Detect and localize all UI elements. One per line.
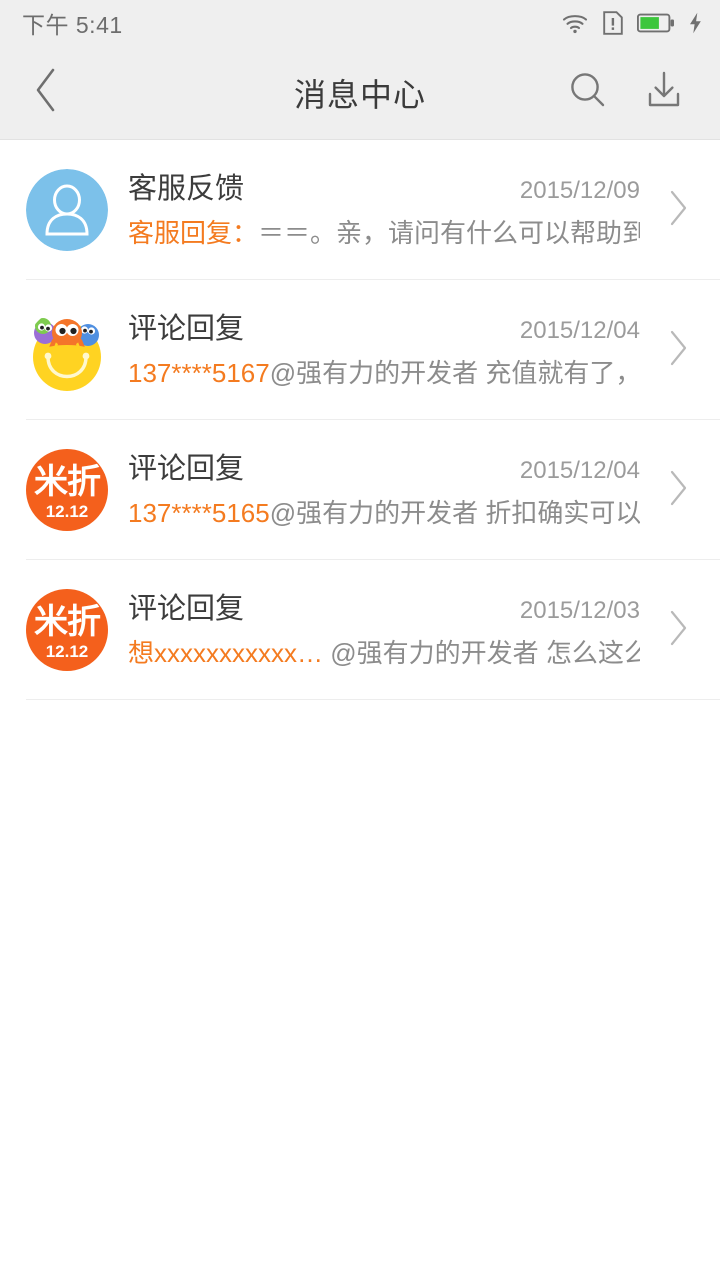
- row-chevron[interactable]: [656, 560, 690, 700]
- message-list: 客服反馈 2015/12/09 客服回复：＝＝。亲，请问有什么可以帮助到… 评论…: [0, 140, 720, 700]
- logo-main-text: 米折: [34, 602, 101, 641]
- chevron-right-icon: [668, 329, 690, 372]
- message-date: 2015/12/04: [519, 316, 640, 344]
- download-button[interactable]: [640, 69, 688, 117]
- octopus-bag-avatar: [26, 309, 108, 391]
- logo-main-text: 米折: [34, 462, 101, 501]
- preview-highlight: 137****5167: [128, 357, 270, 388]
- message-title: 评论回复: [128, 312, 245, 345]
- preview-highlight: 想xxxxxxxxxxx…: [128, 637, 324, 668]
- search-icon: [567, 69, 609, 116]
- table-row[interactable]: 客服反馈 2015/12/09 客服回复：＝＝。亲，请问有什么可以帮助到…: [0, 140, 720, 280]
- message-date: 2015/12/03: [519, 596, 640, 624]
- logo-sub-text: 12.12: [45, 641, 89, 661]
- back-button[interactable]: [0, 46, 92, 140]
- preview-rest: ＝＝。亲，请问有什么可以帮助到…: [258, 217, 640, 248]
- charging-bolt-icon: [689, 12, 702, 34]
- customer-service-avatar: [26, 169, 108, 251]
- message-content: 客服反馈 2015/12/09 客服回复：＝＝。亲，请问有什么可以帮助到…: [128, 171, 646, 250]
- message-content: 评论回复 2015/12/03 想xxxxxxxxxxx… @强有力的开发者 怎…: [128, 591, 646, 670]
- preview-rest: @强有力的开发者 怎么这么久: [330, 637, 640, 668]
- preview-highlight: 137****5165: [128, 497, 270, 528]
- status-bar-icons: [561, 11, 702, 35]
- message-header-line: 评论回复 2015/12/03: [128, 591, 640, 627]
- chevron-right-icon: [668, 189, 690, 232]
- message-center-screen: 下午 5:41 消息中心 客服反馈 2015/12/09 客服回复：＝＝。亲，请…: [0, 0, 720, 1280]
- message-date: 2015/12/04: [519, 456, 640, 484]
- status-bar-time: 下午 5:41: [22, 12, 123, 38]
- table-row[interactable]: 评论回复 2015/12/04 137****5167@强有力的开发者 充值就有…: [0, 280, 720, 420]
- search-button[interactable]: [564, 69, 612, 117]
- row-chevron[interactable]: [656, 280, 690, 420]
- sim-alert-icon: [603, 11, 623, 35]
- message-title: 评论回复: [128, 592, 245, 625]
- message-title: 评论回复: [128, 452, 245, 485]
- app-header: 消息中心: [0, 46, 720, 140]
- status-bar: 下午 5:41: [0, 0, 720, 46]
- message-date: 2015/12/09: [519, 176, 640, 204]
- row-chevron[interactable]: [656, 420, 690, 560]
- message-header-line: 评论回复 2015/12/04: [128, 451, 640, 487]
- message-preview: 137****5167@强有力的开发者 充值就有了，…: [128, 357, 640, 390]
- wifi-icon: [561, 12, 589, 34]
- message-preview: 137****5165@强有力的开发者 折扣确实可以: [128, 497, 640, 530]
- chevron-left-icon: [33, 67, 59, 118]
- chevron-right-icon: [668, 609, 690, 652]
- message-header-line: 评论回复 2015/12/04: [128, 311, 640, 347]
- mizhe-logo-avatar: 米折 12.12: [26, 589, 108, 671]
- preview-highlight: 客服回复：: [128, 217, 259, 248]
- chevron-right-icon: [668, 469, 690, 512]
- message-preview: 想xxxxxxxxxxx… @强有力的开发者 怎么这么久: [128, 637, 640, 670]
- message-header-line: 客服反馈 2015/12/09: [128, 171, 640, 207]
- message-title: 客服反馈: [128, 172, 245, 205]
- battery-icon: [637, 13, 675, 33]
- table-row[interactable]: 米折 12.12 评论回复 2015/12/04 137****5165@强有力…: [0, 420, 720, 560]
- row-chevron[interactable]: [656, 140, 690, 280]
- table-row[interactable]: 米折 12.12 评论回复 2015/12/03 想xxxxxxxxxxx… @…: [0, 560, 720, 700]
- preview-rest: @强有力的开发者 充值就有了，…: [269, 357, 640, 388]
- message-content: 评论回复 2015/12/04 137****5167@强有力的开发者 充值就有…: [128, 311, 646, 390]
- message-content: 评论回复 2015/12/04 137****5165@强有力的开发者 折扣确实…: [128, 451, 646, 530]
- download-icon: [643, 69, 685, 116]
- message-preview: 客服回复：＝＝。亲，请问有什么可以帮助到…: [128, 217, 640, 250]
- header-actions: [564, 69, 720, 117]
- mizhe-logo-avatar: 米折 12.12: [26, 449, 108, 531]
- preview-rest: @强有力的开发者 折扣确实可以: [269, 497, 640, 528]
- logo-sub-text: 12.12: [45, 501, 89, 521]
